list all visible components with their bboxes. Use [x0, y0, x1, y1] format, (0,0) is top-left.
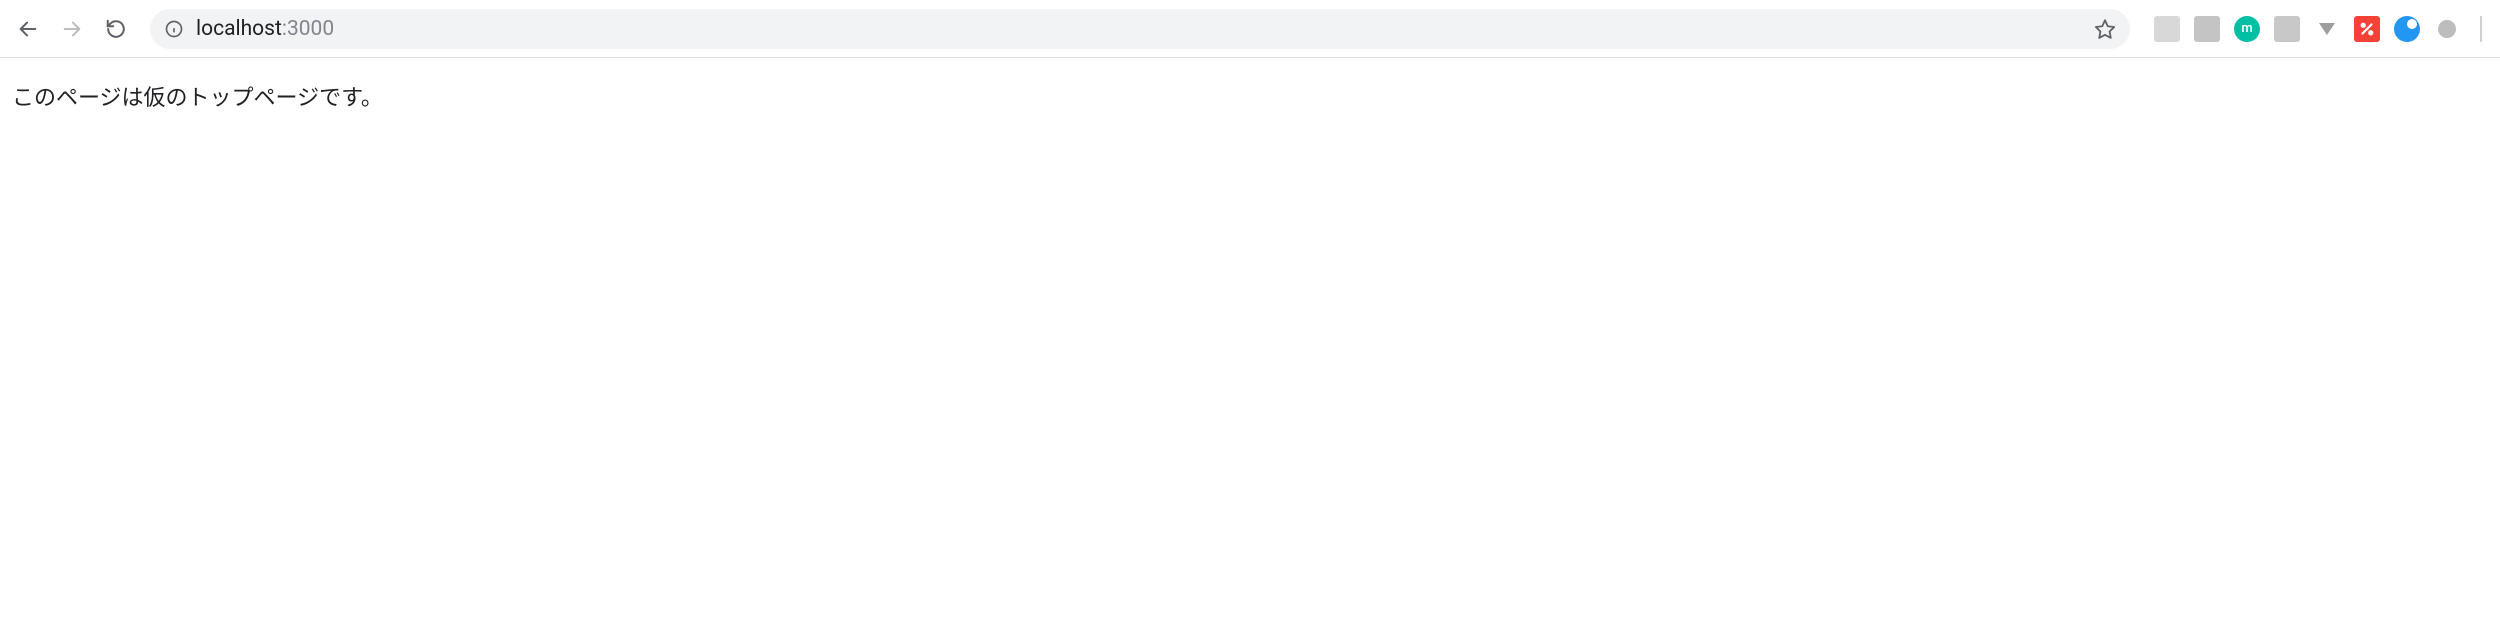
extension-gray-dot-icon[interactable]: [2434, 16, 2460, 42]
page-content: このページは仮のトップページです。: [0, 58, 2500, 134]
arrow-right-icon: [61, 18, 83, 40]
page-body-text: このページは仮のトップページです。: [12, 80, 2488, 112]
extension-teal-icon[interactable]: m: [2234, 16, 2260, 42]
extension-icon-1[interactable]: [2154, 16, 2180, 42]
back-button[interactable]: [10, 11, 46, 47]
bookmark-button[interactable]: [2094, 18, 2116, 40]
extension-icon-2[interactable]: [2194, 16, 2220, 42]
url-port: :3000: [282, 17, 334, 41]
toolbar-divider: [2480, 16, 2482, 42]
star-icon: [2094, 18, 2116, 40]
site-info-icon[interactable]: [164, 19, 184, 39]
url-host: localhost: [196, 17, 282, 41]
extension-blue-icon[interactable]: [2394, 16, 2420, 42]
arrow-left-icon: [17, 18, 39, 40]
extension-teal-label: m: [2241, 21, 2252, 36]
reload-icon: [105, 18, 127, 40]
percent-icon: [2358, 20, 2376, 38]
chevron-down-icon: [2315, 17, 2339, 41]
extension-icon-4[interactable]: [2274, 16, 2300, 42]
extensions-area: m: [2146, 16, 2490, 42]
address-bar[interactable]: localhost:3000: [150, 9, 2130, 49]
url-display: localhost:3000: [196, 17, 2074, 41]
dot-icon: [2438, 20, 2456, 38]
forward-button[interactable]: [54, 11, 90, 47]
extension-v-icon[interactable]: [2314, 16, 2340, 42]
extension-red-icon[interactable]: [2354, 16, 2380, 42]
reload-button[interactable]: [98, 11, 134, 47]
browser-toolbar: localhost:3000 m: [0, 0, 2500, 58]
